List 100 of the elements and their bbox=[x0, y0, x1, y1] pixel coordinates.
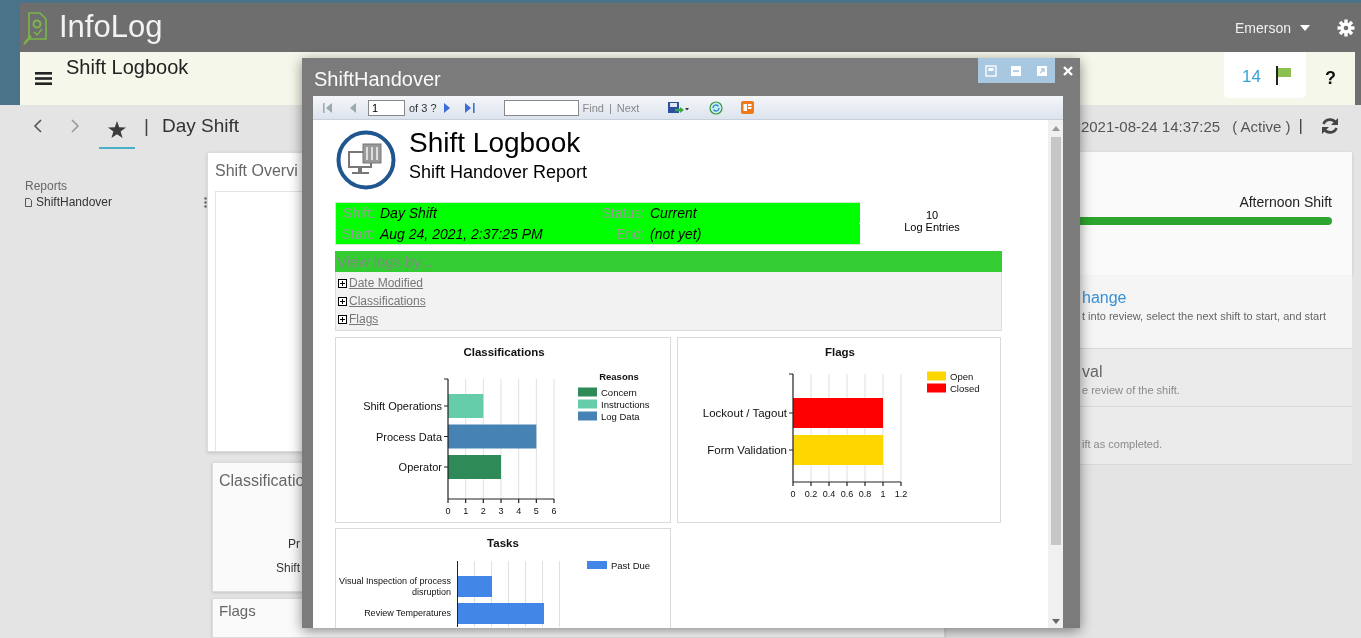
legend-label: Instructions bbox=[601, 398, 650, 410]
last-page-icon[interactable] bbox=[464, 102, 475, 113]
tick-label: 0.6 bbox=[840, 489, 854, 499]
sidebar-item[interactable]: ShiftHandover bbox=[25, 195, 113, 209]
category-label: Visual Inspection of process disruption bbox=[338, 575, 452, 598]
flag-icon bbox=[1275, 65, 1292, 85]
previous-page-icon[interactable] bbox=[350, 102, 356, 113]
section-label: Reports bbox=[25, 179, 69, 193]
scroll-up-icon[interactable] bbox=[1051, 126, 1060, 131]
legend-label: Log Data bbox=[601, 410, 640, 422]
entry-count-label: Log Entries bbox=[903, 221, 961, 233]
tick-label: 0 bbox=[790, 489, 796, 499]
more-icon[interactable] bbox=[204, 196, 207, 208]
bar bbox=[448, 455, 501, 479]
tick-label: 0.4 bbox=[822, 489, 836, 499]
menu-icon[interactable] bbox=[35, 72, 52, 85]
page-title: Shift Logbook bbox=[66, 56, 189, 79]
settings-icon[interactable] bbox=[1337, 18, 1355, 37]
shift-timestamp: 2021-08-24 14:37:25 bbox=[1080, 117, 1221, 135]
category-label: Process Data bbox=[375, 430, 442, 443]
legend-label: Open bbox=[950, 370, 974, 382]
expand-icon[interactable] bbox=[338, 296, 347, 306]
user-menu[interactable]: Emerson bbox=[1234, 19, 1310, 36]
separator: | bbox=[144, 115, 149, 137]
dialog-title: ShiftHandover bbox=[314, 68, 441, 92]
tick-label: 1.2 bbox=[894, 489, 908, 499]
legend-label: Concern bbox=[601, 386, 637, 398]
next-page-icon[interactable] bbox=[443, 102, 450, 113]
action-description: ift as completed. bbox=[1082, 438, 1164, 450]
find-link[interactable]: Find bbox=[582, 101, 604, 114]
legend-label: Closed bbox=[950, 382, 980, 394]
card-title: Classificatio bbox=[219, 472, 305, 491]
group-link[interactable]: Flags bbox=[349, 312, 379, 326]
legend-swatch bbox=[587, 561, 607, 569]
category-label: Operator bbox=[398, 461, 442, 473]
bar bbox=[458, 576, 493, 597]
shift-status: ( Active ) bbox=[1232, 117, 1291, 135]
tick-label: 3 bbox=[498, 506, 504, 516]
section-heading: View logs by... bbox=[335, 251, 1002, 272]
category-label: Shift bbox=[275, 561, 300, 578]
report-subtitle: Shift Handover Report bbox=[409, 162, 588, 183]
group-link[interactable]: Classifications bbox=[349, 294, 426, 308]
group-link[interactable]: Date Modified bbox=[349, 276, 424, 290]
category-label: Pr bbox=[287, 537, 300, 554]
document-icon bbox=[25, 197, 32, 207]
refresh-icon[interactable] bbox=[1321, 117, 1339, 135]
tick-label: 0.8 bbox=[858, 489, 872, 499]
chart-title: Flags bbox=[825, 346, 855, 358]
app-title: InfoLog bbox=[59, 8, 163, 45]
field-value: (not yet) bbox=[648, 224, 860, 244]
star-icon bbox=[108, 121, 126, 138]
action-description: e review of the shift. bbox=[1082, 384, 1181, 396]
export-icon[interactable] bbox=[741, 101, 755, 114]
flag-counter[interactable]: 14 bbox=[1224, 52, 1306, 98]
expand-icon[interactable] bbox=[338, 278, 347, 288]
scroll-down-icon[interactable] bbox=[1051, 619, 1060, 624]
report-title: Shift Logbook bbox=[409, 127, 582, 159]
shift-name: Day Shift bbox=[161, 115, 240, 137]
page-field[interactable]: 1 bbox=[368, 99, 405, 116]
action-link[interactable]: hange bbox=[1082, 289, 1342, 307]
chart-title: Tasks bbox=[486, 537, 520, 551]
action-title: val bbox=[1082, 363, 1104, 381]
tick-label: 5 bbox=[533, 506, 539, 516]
page-count: of 3 ? bbox=[409, 101, 437, 114]
legend-title: Reasons bbox=[599, 371, 639, 382]
card-title: Shift Overvi bbox=[215, 162, 298, 180]
expand-icon[interactable] bbox=[338, 314, 347, 324]
forward-icon[interactable] bbox=[71, 119, 80, 133]
tick-label: 0 bbox=[445, 506, 451, 516]
back-icon[interactable] bbox=[33, 119, 42, 133]
tick-label: 6 bbox=[551, 506, 557, 516]
chart-title: Classifications bbox=[463, 346, 545, 358]
separator: | bbox=[608, 101, 612, 114]
first-page-icon[interactable] bbox=[323, 102, 333, 113]
tick-label: 1 bbox=[880, 489, 886, 499]
logo-icon bbox=[335, 130, 397, 190]
caret-icon bbox=[1300, 24, 1310, 31]
scroll-thumb[interactable] bbox=[1050, 137, 1061, 545]
tick-label: 4 bbox=[516, 506, 522, 516]
field-value: Current bbox=[648, 203, 860, 223]
entry-count: 10 bbox=[924, 209, 940, 221]
next-link[interactable]: Next bbox=[616, 101, 640, 114]
shift-label: Afternoon Shift bbox=[1238, 193, 1332, 210]
category-label: Shift Operations bbox=[363, 400, 442, 412]
close-icon[interactable] bbox=[1063, 66, 1073, 76]
refresh-icon[interactable] bbox=[709, 100, 724, 115]
save-icon[interactable] bbox=[668, 101, 690, 114]
category-label: Review Temperatures bbox=[363, 608, 452, 619]
tick-label: 1 bbox=[463, 506, 469, 516]
category-label: Form Validation bbox=[707, 444, 787, 456]
bar bbox=[448, 394, 484, 418]
legend-label: Past Due bbox=[611, 559, 651, 571]
separator: | bbox=[1298, 116, 1303, 136]
card-title: Flags bbox=[219, 601, 256, 619]
action-description: t into review, select the next shift to start, and start bbox=[1082, 310, 1327, 322]
scrollbar[interactable] bbox=[1048, 120, 1063, 628]
tick-label: 0.2 bbox=[804, 489, 818, 499]
search-field[interactable] bbox=[503, 99, 579, 116]
tick-label: 2 bbox=[480, 506, 486, 516]
help-button[interactable]: ? bbox=[1325, 68, 1336, 89]
